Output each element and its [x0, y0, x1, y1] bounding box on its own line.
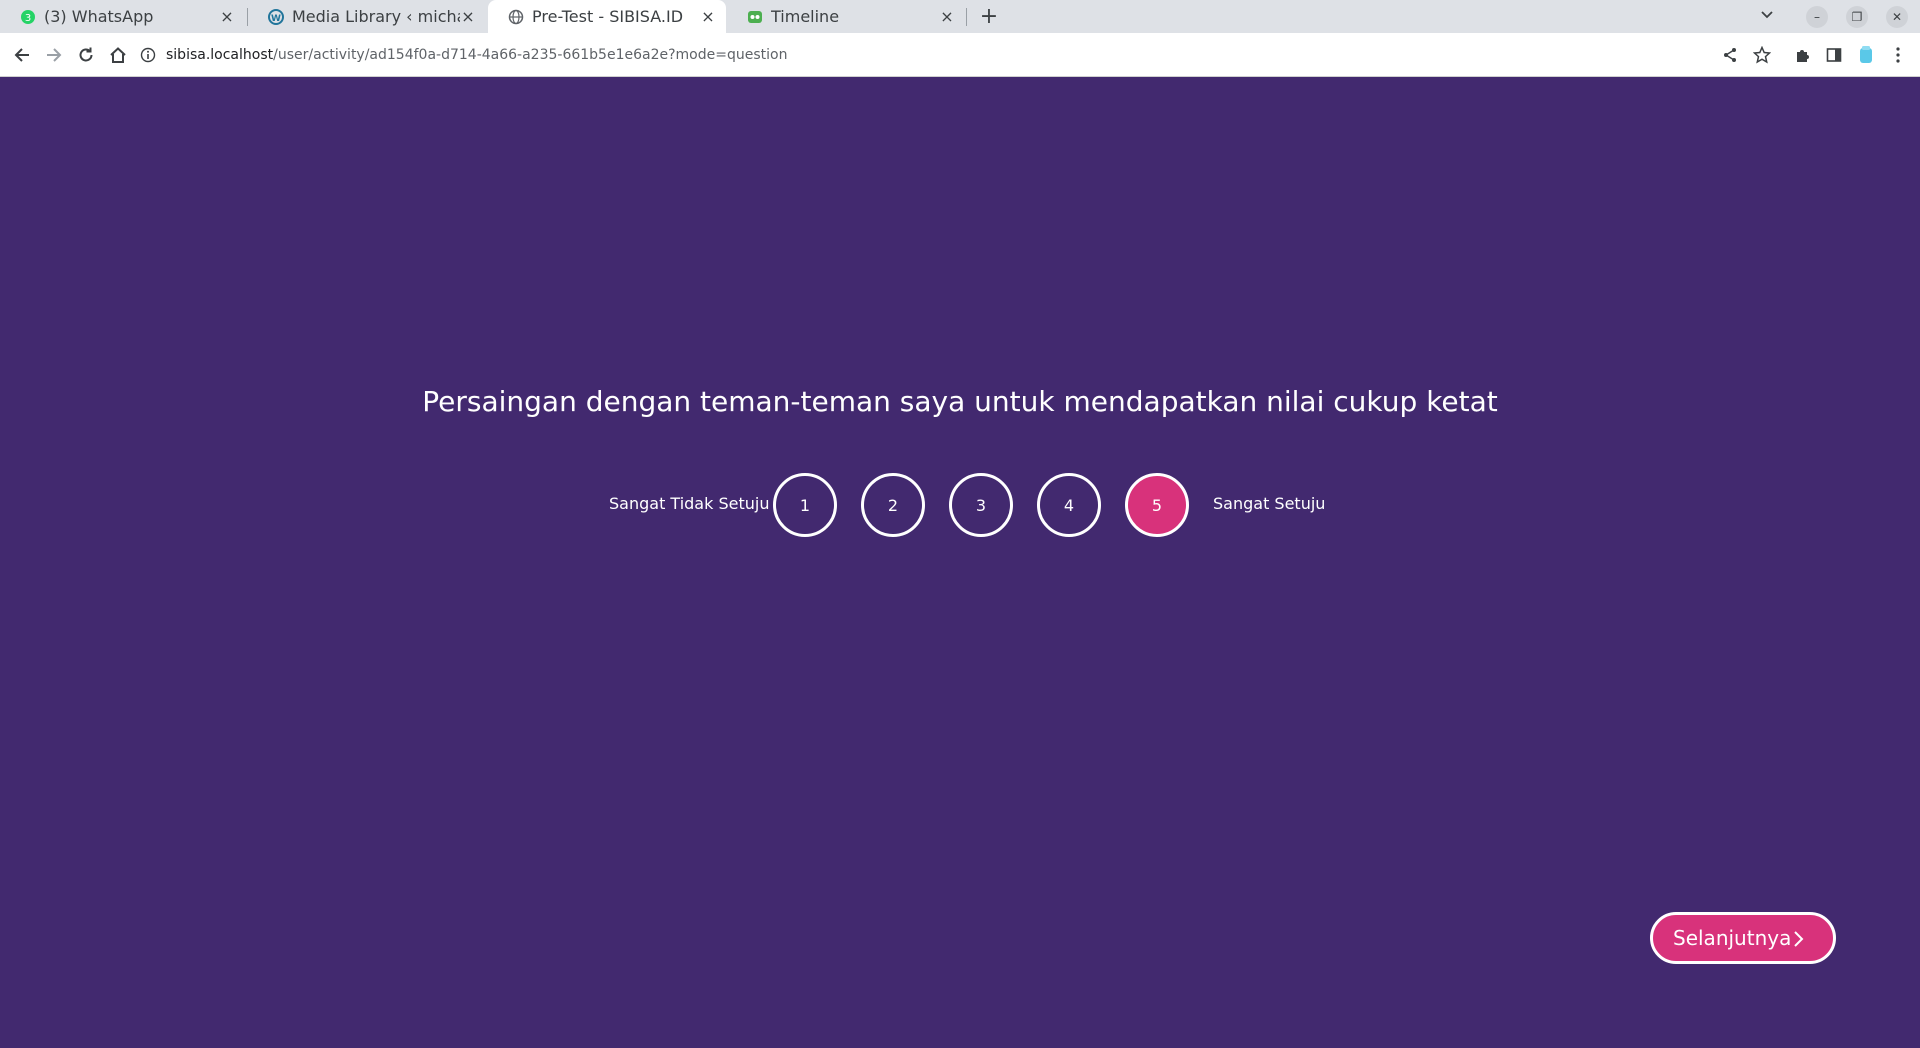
tab-title: Media Library ‹ michaelrk — [292, 7, 460, 26]
share-icon[interactable] — [1716, 41, 1744, 69]
scale-label-low: Sangat Tidak Setuju — [609, 494, 770, 513]
timeline-icon — [747, 9, 763, 25]
option-3[interactable]: 3 — [949, 473, 1013, 537]
close-tab-icon[interactable]: × — [939, 8, 955, 25]
tab-title: Pre-Test - SIBISA.ID — [532, 7, 684, 26]
question-text: Persaingan dengan teman-teman saya untuk… — [422, 385, 1498, 418]
next-button[interactable]: Selanjutnya — [1650, 912, 1836, 964]
minimize-icon[interactable]: – — [1806, 6, 1828, 28]
tab-timeline[interactable]: Timeline × — [727, 0, 965, 33]
option-4[interactable]: 4 — [1037, 473, 1101, 537]
next-button-label: Selanjutnya — [1673, 926, 1792, 950]
home-icon[interactable] — [104, 41, 132, 69]
restore-icon[interactable]: ❐ — [1846, 6, 1868, 28]
globe-icon — [508, 9, 524, 25]
svg-text:3: 3 — [25, 13, 31, 24]
tab-media-library[interactable]: W Media Library ‹ michaelrk × — [248, 0, 486, 33]
tab-title: (3) WhatsApp — [44, 7, 154, 26]
site-info-icon[interactable] — [140, 47, 156, 63]
browser-toolbar: sibisa.localhost/user/activity/ad154f0a-… — [0, 33, 1920, 77]
chevron-right-icon — [1789, 929, 1807, 947]
close-tab-icon[interactable]: × — [460, 8, 476, 25]
whatsapp-icon: 3 — [20, 9, 36, 25]
svg-text:W: W — [271, 14, 281, 24]
side-panel-icon[interactable] — [1820, 41, 1848, 69]
tab-whatsapp[interactable]: 3 (3) WhatsApp × — [0, 0, 245, 33]
option-2[interactable]: 2 — [861, 473, 925, 537]
extensions-icon[interactable] — [1788, 41, 1816, 69]
back-icon[interactable] — [8, 41, 36, 69]
address-bar[interactable]: sibisa.localhost/user/activity/ad154f0a-… — [140, 38, 1720, 72]
url-path: /user/activity/ad154f0a-d714-4a66-a235-6… — [273, 47, 788, 63]
reload-icon[interactable] — [72, 41, 100, 69]
menu-icon[interactable] — [1884, 41, 1912, 69]
new-tab-button[interactable]: + — [976, 4, 1002, 30]
browser-tab-strip: 3 (3) WhatsApp × W Media Library ‹ micha… — [0, 0, 1920, 33]
url-host: sibisa.localhost — [166, 47, 274, 63]
forward-icon[interactable] — [40, 41, 68, 69]
profile-avatar[interactable] — [1852, 41, 1880, 69]
tab-search-icon[interactable] — [1756, 6, 1778, 28]
option-5[interactable]: 5 — [1125, 473, 1189, 537]
url-text: sibisa.localhost/user/activity/ad154f0a-… — [166, 47, 787, 63]
bookmark-star-icon[interactable] — [1748, 41, 1776, 69]
close-window-icon[interactable]: ✕ — [1886, 6, 1908, 28]
close-tab-icon[interactable]: × — [700, 8, 716, 25]
close-tab-icon[interactable]: × — [219, 8, 235, 25]
tab-title: Timeline — [771, 7, 840, 26]
tab-separator — [966, 8, 967, 26]
tab-pretest[interactable]: Pre-Test - SIBISA.ID × — [488, 0, 726, 33]
scale-label-high: Sangat Setuju — [1213, 494, 1326, 513]
option-1[interactable]: 1 — [773, 473, 837, 537]
wordpress-icon: W — [268, 8, 284, 25]
